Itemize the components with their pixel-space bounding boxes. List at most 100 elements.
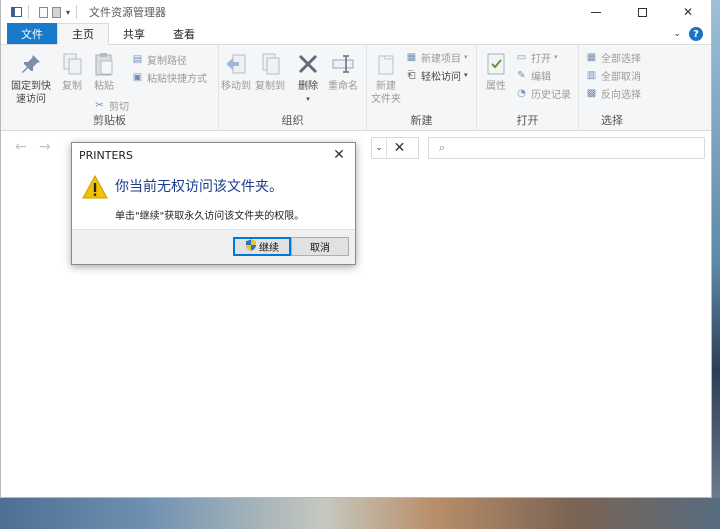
select-none-button[interactable]: ▥ 全部取消	[585, 67, 641, 83]
address-bar-controls: ⌄ ✕	[371, 137, 419, 159]
new-folder-quick-icon[interactable]	[52, 6, 61, 18]
paste-shortcut-label: 粘贴快捷方式	[147, 73, 207, 85]
open-button[interactable]: ▭ 打开 ▾	[515, 49, 558, 65]
dialog-body: 你当前无权访问该文件夹。 单击"继续"获取永久访问该文件夹的权限。	[72, 167, 355, 231]
copy-to-button[interactable]: 复制到	[253, 49, 287, 93]
cancel-button[interactable]: 取消	[291, 237, 349, 256]
scissors-icon: ✂	[95, 99, 104, 111]
history-button[interactable]: ◔ 历史记录	[515, 85, 571, 101]
copy-button[interactable]: 复制	[57, 49, 87, 93]
dialog-footer: 继续 取消	[72, 229, 355, 264]
cut-label: 剪切	[109, 101, 129, 113]
invert-selection-button[interactable]: ▩ 反向选择	[585, 85, 641, 101]
edit-button[interactable]: ✎ 编辑	[515, 67, 551, 83]
select-all-icon: ▦	[586, 51, 597, 63]
copy-path-button[interactable]: ▤ 复制路径	[131, 51, 187, 67]
paste-shortcut-icon: ▣	[132, 71, 143, 83]
edit-icon: ✎	[517, 69, 526, 81]
search-input[interactable]: ⌕	[428, 137, 705, 159]
maximize-icon	[637, 7, 647, 17]
close-icon: ✕	[682, 5, 694, 19]
help-icon[interactable]: ?	[689, 27, 703, 41]
paste-shortcut-button[interactable]: ▣ 粘贴快捷方式	[131, 69, 207, 85]
delete-x-icon	[293, 49, 323, 79]
delete-dropdown-icon[interactable]: ▾	[306, 93, 310, 106]
tab-file[interactable]: 文件	[7, 23, 57, 44]
maximize-button[interactable]	[619, 0, 665, 24]
new-item-icon: ▦	[406, 51, 417, 63]
new-folder-button[interactable]: 新建 文件夹	[369, 49, 403, 106]
window-title: 文件资源管理器	[89, 6, 167, 19]
select-none-icon: ▥	[586, 69, 597, 81]
desktop-background-bottom	[0, 498, 720, 529]
quick-access-separator	[28, 5, 29, 19]
title-separator	[76, 5, 78, 19]
copy-path-label: 复制路径	[147, 55, 187, 67]
search-icon: ⌕	[439, 141, 446, 154]
pin-quick-access-button[interactable]: 固定到快 速访问	[9, 49, 53, 106]
new-item-button[interactable]: ▦ 新建项目 ▾	[405, 49, 468, 65]
open-group: 属性 ▭ 打开 ▾ ✎ 编辑 ◔ 历史记录 打开	[477, 45, 579, 131]
delete-label: 删除	[298, 81, 318, 92]
select-none-label: 全部取消	[601, 71, 641, 83]
tab-home[interactable]: 主页	[57, 23, 109, 45]
organize-group-label: 组织	[281, 114, 304, 127]
easy-access-dropdown-icon: ▾	[464, 71, 468, 79]
dialog-title: PRINTERS	[79, 148, 134, 162]
copy-to-icon	[255, 49, 285, 79]
warning-icon	[82, 174, 108, 202]
properties-quick-icon[interactable]	[39, 6, 48, 18]
tab-share[interactable]: 共享	[109, 23, 159, 44]
easy-access-button[interactable]: ⎗ 轻松访问 ▾	[405, 67, 468, 83]
copy-path-icon: ▤	[132, 53, 143, 65]
dialog-detail: 单击"继续"获取永久访问该文件夹的权限。	[115, 211, 305, 222]
pin-label-2: 速访问	[16, 94, 46, 105]
rename-button[interactable]: 重命名	[325, 49, 361, 93]
new-item-label: 新建项目	[421, 53, 461, 65]
copy-to-label: 复制到	[255, 81, 285, 92]
dialog-close-button[interactable]: ✕	[329, 145, 349, 165]
forward-arrow-icon[interactable]: →	[39, 139, 51, 155]
delete-button[interactable]: 删除 ▾	[293, 49, 323, 106]
invert-selection-label: 反向选择	[601, 89, 641, 101]
new-folder-icon	[371, 49, 401, 79]
close-window-button[interactable]: ✕	[665, 0, 711, 24]
access-denied-dialog: PRINTERS ✕ 你当前无权访问该文件夹。 单击"继续"获取永久访问该文件夹…	[71, 142, 356, 265]
open-group-label: 打开	[516, 114, 539, 127]
select-all-button[interactable]: ▦ 全部选择	[585, 49, 641, 65]
dialog-message: 你当前无权访问该文件夹。	[115, 179, 283, 195]
quick-access-dropdown-icon[interactable]: ▾	[66, 8, 70, 17]
window-controls: ✕	[573, 0, 711, 24]
minimize-button[interactable]	[573, 0, 619, 24]
explorer-app-icon[interactable]	[11, 7, 22, 17]
cut-button[interactable]: ✂ 剪切	[93, 97, 129, 113]
back-arrow-icon[interactable]: ←	[15, 139, 27, 155]
open-label: 打开	[531, 53, 551, 65]
invert-selection-icon: ▩	[586, 87, 597, 99]
pin-label-1: 固定到快	[11, 81, 51, 92]
paste-button[interactable]: 粘贴	[89, 49, 119, 93]
properties-button[interactable]: 属性	[481, 49, 511, 93]
copy-icon	[57, 49, 87, 79]
new-group-label: 新建	[410, 114, 433, 127]
move-to-button[interactable]: 移动到	[219, 49, 253, 93]
close-icon: ✕	[333, 147, 345, 163]
history-label: 历史记录	[531, 89, 571, 101]
ribbon-collapse-icon[interactable]: ⌄	[673, 29, 681, 39]
clipboard-group: 固定到快 速访问 复制 粘贴 ▤ 复制路径 ▣ 粘贴快捷方式 ✂ 剪切 剪贴板	[1, 45, 219, 131]
ribbon: 固定到快 速访问 复制 粘贴 ▤ 复制路径 ▣ 粘贴快捷方式 ✂ 剪切 剪贴板 …	[1, 45, 711, 131]
cancel-label: 取消	[310, 243, 330, 254]
tab-view[interactable]: 查看	[159, 23, 209, 44]
continue-button[interactable]: 继续	[233, 237, 291, 256]
move-to-label: 移动到	[221, 81, 251, 92]
ribbon-tab-controls: ⌄ ?	[673, 27, 703, 41]
address-dropdown-icon[interactable]: ⌄	[372, 143, 386, 153]
title-bar: ▾ 文件资源管理器 ✕	[1, 0, 711, 24]
new-folder-label-2: 文件夹	[371, 94, 401, 105]
clear-address-icon[interactable]: ✕	[386, 138, 412, 158]
easy-access-label: 轻松访问	[421, 71, 461, 83]
organize-group: 移动到 复制到 删除 ▾ 重命名 组织	[219, 45, 367, 131]
dialog-title-bar: PRINTERS ✕	[72, 143, 355, 167]
properties-icon	[481, 49, 511, 79]
history-icon: ◔	[517, 87, 526, 99]
